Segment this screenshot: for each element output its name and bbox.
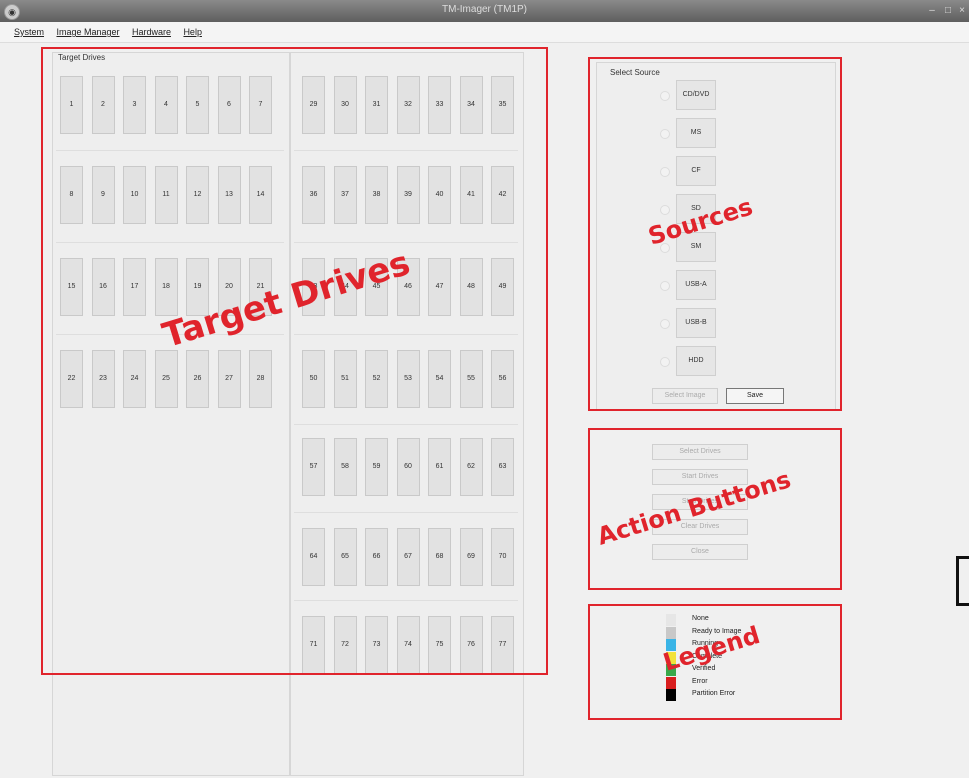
menu-system[interactable]: System (14, 27, 44, 37)
minimize-icon[interactable]: – (926, 5, 938, 17)
sources-outline (588, 57, 842, 411)
title-bar: ◉ TM-Imager (TM1P) – □ × (0, 0, 969, 22)
close-icon[interactable]: × (956, 5, 968, 17)
menu-bar: System Image Manager Hardware Help (0, 22, 969, 43)
offscreen-widget (956, 556, 969, 606)
target-drives-outline (41, 47, 548, 675)
menu-help[interactable]: Help (183, 27, 202, 37)
maximize-icon[interactable]: □ (942, 5, 954, 17)
menu-image-manager[interactable]: Image Manager (56, 27, 119, 37)
window-title: TM-Imager (TM1P) (442, 4, 527, 15)
menu-hardware[interactable]: Hardware (132, 27, 171, 37)
